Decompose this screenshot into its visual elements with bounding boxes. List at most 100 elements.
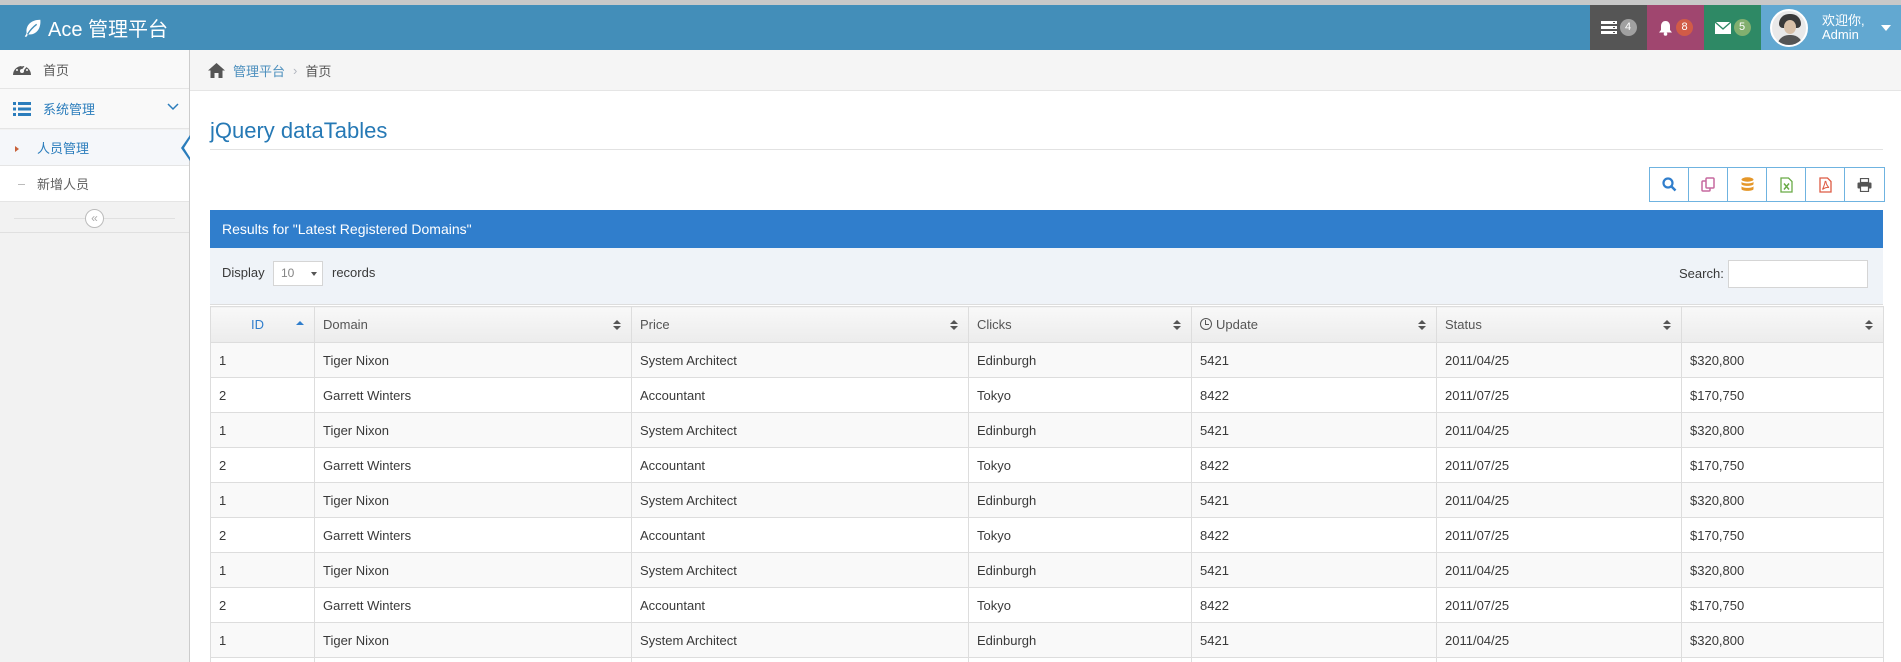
table-cell: 2 <box>210 377 315 413</box>
table-cell: Tokyo <box>968 517 1192 553</box>
table-cell: 2011/04/25 <box>1436 622 1682 658</box>
excel-tool-button[interactable] <box>1767 168 1806 201</box>
results-title: Results for "Latest Registered Domains" <box>222 221 472 237</box>
dashboard-icon <box>11 60 33 78</box>
table-cell: $320,800 <box>1681 482 1884 518</box>
table-cell: $320,800 <box>1681 412 1884 448</box>
table-cell: Accountant <box>631 517 969 553</box>
chevron-down-icon <box>167 103 179 111</box>
column-label: Domain <box>323 317 368 332</box>
search-icon <box>1661 177 1676 192</box>
table-cell: 1 <box>210 622 315 658</box>
table-cell: $320,800 <box>1681 342 1884 378</box>
table-row[interactable]: 1 Tiger Nixon System Architect Edinburgh 542… <box>210 412 1884 448</box>
table-cell: Tiger Nixon <box>314 342 632 378</box>
pdf-tool-button[interactable] <box>1806 168 1845 201</box>
table-cell: Edinburgh <box>968 482 1192 518</box>
bell-icon <box>1659 20 1672 36</box>
user-menu[interactable]: 欢迎你, Admin <box>1761 5 1901 50</box>
page-size-value: 10 <box>281 266 295 280</box>
tasks-dropdown[interactable]: 4 <box>1590 5 1647 50</box>
table-cell: 5421 <box>1191 342 1437 378</box>
table-cell: 2011/04/25 <box>1436 342 1682 378</box>
table-cell: System Architect <box>631 412 969 448</box>
table-cell: 5421 <box>1191 552 1437 588</box>
column-header-domain[interactable]: Domain <box>314 306 632 343</box>
csv-tool-button[interactable] <box>1728 168 1767 201</box>
brand[interactable]: Ace 管理平台 <box>22 5 168 50</box>
leaf-icon <box>24 19 41 37</box>
clock-icon <box>1200 318 1212 330</box>
table-row[interactable]: 1 Tiger Nixon System Architect Edinburgh 542… <box>210 482 1884 518</box>
sub-item-dash <box>18 184 25 185</box>
navbar-right: 4 8 5 欢迎你, Admin <box>1590 5 1901 50</box>
home-icon <box>208 62 225 78</box>
sidebar-item-staff-management[interactable]: 人员管理 <box>0 130 191 166</box>
sidebar-item-system[interactable]: 系统管理 <box>0 89 189 129</box>
table-cell: Tokyo <box>968 587 1192 623</box>
column-header-status[interactable]: Status <box>1436 306 1682 343</box>
notifications-dropdown[interactable]: 8 <box>1647 5 1704 50</box>
sidebar-sub-label: 人员管理 <box>37 141 90 156</box>
table-cell: Tokyo <box>968 447 1192 483</box>
table-cell: $320,800 <box>1681 552 1884 588</box>
breadcrumb-root-link[interactable]: 管理平台 <box>233 61 285 80</box>
table-row[interactable]: 1 Tiger Nixon System Architect Edinburgh 542… <box>210 342 1884 378</box>
print-tool-button[interactable] <box>1845 168 1884 201</box>
table-cell: 1 <box>210 552 315 588</box>
list-icon <box>11 100 33 118</box>
sidebar-item-home[interactable]: 首页 <box>0 50 189 89</box>
column-header-update[interactable]: Update <box>1191 306 1437 343</box>
table-cell: 1 <box>210 482 315 518</box>
table-row[interactable]: 2Garrett WintersAccountantTokyo84222011/… <box>210 447 1884 483</box>
copy-icon <box>1700 177 1715 192</box>
page-size-select[interactable]: 10 <box>273 261 323 286</box>
messages-dropdown[interactable]: 5 <box>1704 5 1761 50</box>
sort-icon <box>1865 320 1873 330</box>
table-row[interactable]: 2Garrett WintersAccountantTokyo84222011/… <box>210 377 1884 413</box>
records-label: records <box>332 265 376 280</box>
notifications-badge: 8 <box>1676 19 1693 36</box>
table-cell: Edinburgh <box>968 342 1192 378</box>
select-arrow-icon <box>311 272 317 276</box>
table-row[interactable]: 2Garrett WintersAccountantTokyo84222011/… <box>210 587 1884 623</box>
table-cell: 2 <box>210 657 315 662</box>
table-cell: Tiger Nixon <box>314 552 632 588</box>
table-cell: 8422 <box>1191 657 1437 662</box>
table-row[interactable]: 2Garrett WintersAccountantTokyo84222011/… <box>210 657 1884 662</box>
sort-icon <box>613 320 621 330</box>
search-tool-button[interactable] <box>1650 168 1689 201</box>
caret-down-icon <box>1880 24 1891 31</box>
search-input[interactable] <box>1728 260 1868 288</box>
breadcrumb-separator: › <box>293 62 298 78</box>
column-header-extra[interactable] <box>1681 306 1884 343</box>
column-label: Clicks <box>977 317 1012 332</box>
column-header-id[interactable]: ID <box>210 306 315 343</box>
table-cell: Garrett Winters <box>314 447 632 483</box>
tasks-badge: 4 <box>1619 19 1637 36</box>
copy-tool-button[interactable] <box>1689 168 1728 201</box>
sidebar-item-add-staff[interactable]: 新增人员 <box>0 166 189 202</box>
sort-icon <box>1418 320 1426 330</box>
table-cell: Accountant <box>631 657 969 662</box>
column-header-clicks[interactable]: Clicks <box>968 306 1192 343</box>
data-table: ID Domain Price Clicks Update Status 1 T… <box>210 306 1884 662</box>
table-cell: Accountant <box>631 587 969 623</box>
table-tools <box>1649 167 1885 202</box>
table-cell: 2011/07/25 <box>1436 657 1682 662</box>
column-header-price[interactable]: Price <box>631 306 969 343</box>
table-cell: 5421 <box>1191 622 1437 658</box>
table-cell: Tiger Nixon <box>314 482 632 518</box>
pdf-icon <box>1818 176 1832 193</box>
table-row[interactable]: 2Garrett WintersAccountantTokyo84222011/… <box>210 517 1884 553</box>
table-cell: Tokyo <box>968 657 1192 662</box>
top-navbar: Ace 管理平台 4 8 5 欢迎你, Admin <box>0 5 1901 50</box>
table-row[interactable]: 1 Tiger Nixon System Architect Edinburgh 542… <box>210 552 1884 588</box>
table-cell: $320,800 <box>1681 622 1884 658</box>
breadcrumb-current: 首页 <box>305 63 332 79</box>
collapse-sidebar-button[interactable]: « <box>85 209 104 228</box>
envelope-icon <box>1714 21 1731 34</box>
avatar <box>1770 8 1808 47</box>
table-row[interactable]: 1 Tiger Nixon System Architect Edinburgh 542… <box>210 622 1884 658</box>
table-cell: 2011/07/25 <box>1436 517 1682 553</box>
